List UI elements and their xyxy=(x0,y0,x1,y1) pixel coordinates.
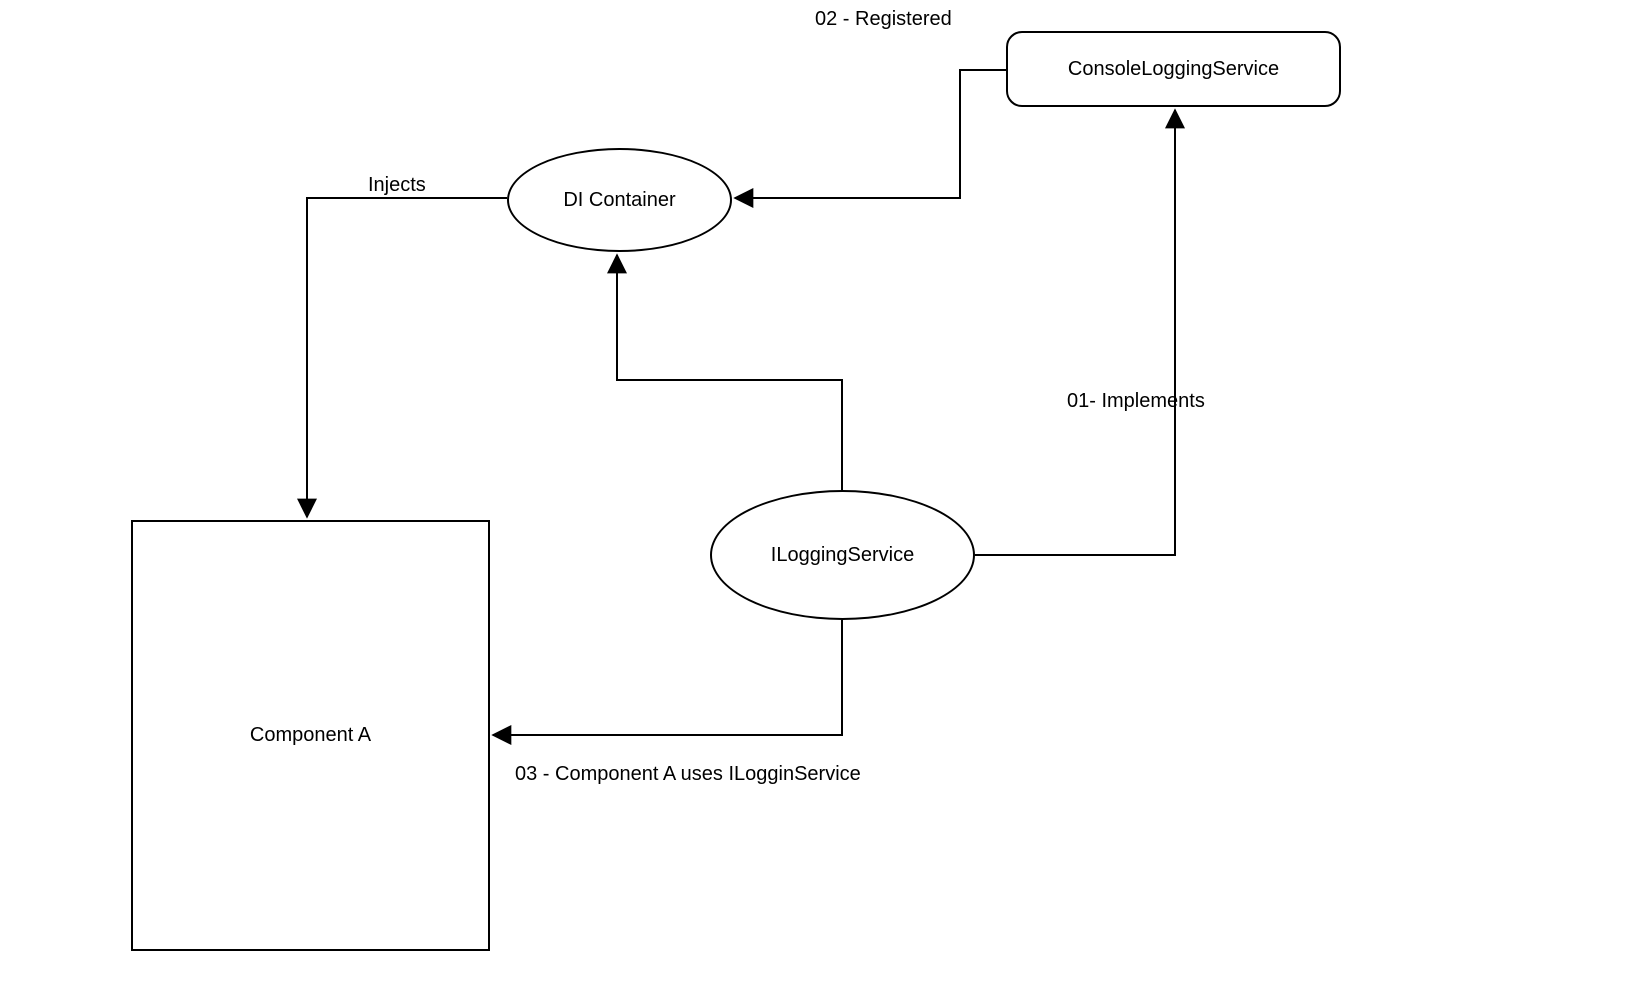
node-ilogging-service: ILoggingService xyxy=(710,490,975,620)
node-label: ConsoleLoggingService xyxy=(1068,58,1279,81)
edge-implements xyxy=(975,110,1175,555)
node-di-container: DI Container xyxy=(507,148,732,252)
edge-registered xyxy=(735,70,1006,198)
edge-label-uses: 03 - Component A uses ILogginService xyxy=(515,763,861,786)
edge-label-registered: 02 - Registered xyxy=(815,8,952,31)
node-label: Component A xyxy=(250,724,371,747)
edge-injects xyxy=(307,198,507,517)
edge-label-implements: 01- Implements xyxy=(1067,390,1205,413)
edge-label-injects: Injects xyxy=(368,174,426,197)
node-label: DI Container xyxy=(563,189,675,212)
node-component-a: Component A xyxy=(131,520,490,951)
edge-ilogging-to-di xyxy=(617,255,842,490)
node-label: ILoggingService xyxy=(771,544,914,567)
edge-uses xyxy=(493,620,842,735)
node-console-logging-service: ConsoleLoggingService xyxy=(1006,31,1341,107)
